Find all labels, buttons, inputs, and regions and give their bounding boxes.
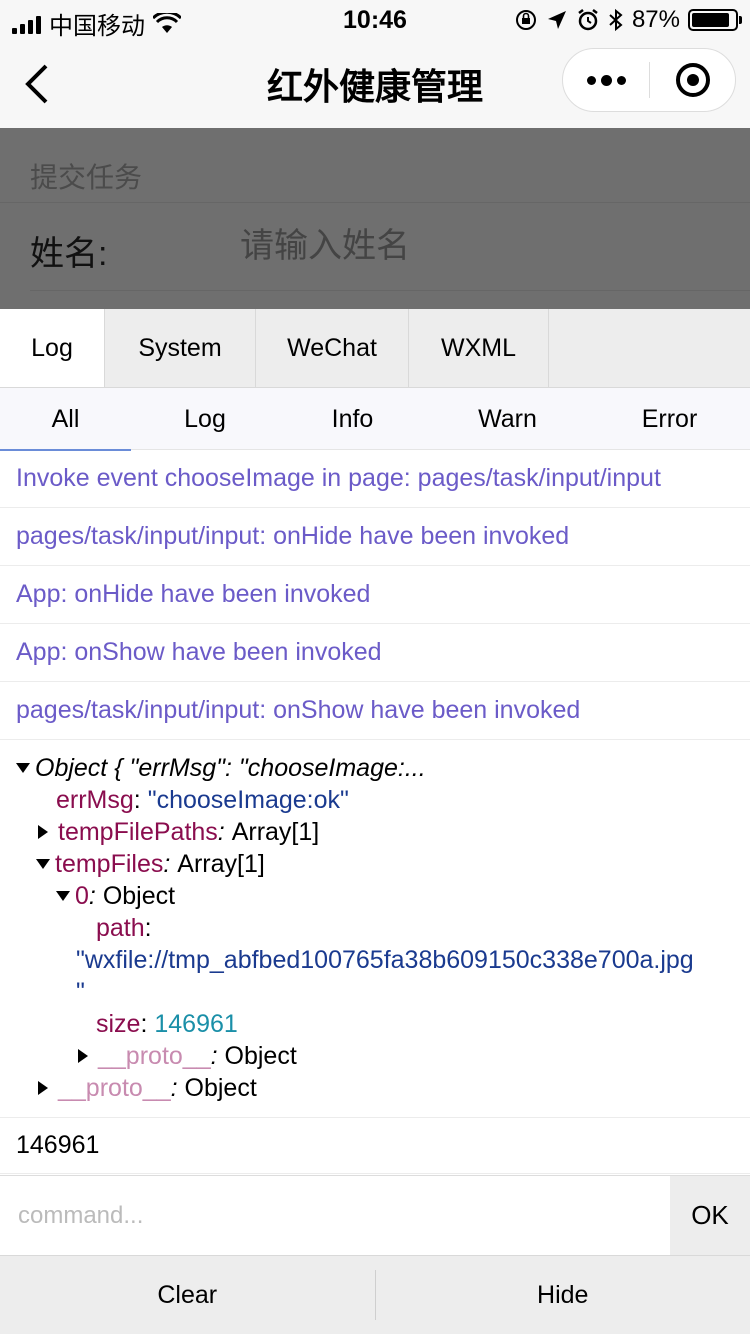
object-summary-row[interactable]: Object { "errMsg": "chooseImage:... xyxy=(16,752,750,784)
tab-system[interactable]: System xyxy=(105,309,256,387)
property-row[interactable]: 0: Object xyxy=(16,880,750,912)
vconsole-tabbar: Log System WeChat WXML xyxy=(0,309,750,388)
property-row: path: xyxy=(96,914,152,942)
property-value-row: "wxfile://tmp_abfbed100765fa38b609150c33… xyxy=(16,944,750,976)
property-value: Array[1] xyxy=(231,818,320,846)
collapse-triangle-icon xyxy=(78,1049,88,1063)
vconsole-toolbar: Clear Hide xyxy=(0,1255,750,1334)
bluetooth-icon xyxy=(609,8,623,32)
command-input[interactable] xyxy=(0,1176,670,1255)
command-bar: OK xyxy=(0,1175,750,1255)
log-entry: pages/task/input/input: onShow have been… xyxy=(0,682,750,740)
property-key: __proto__ xyxy=(58,1074,171,1102)
more-dot-icon xyxy=(586,75,596,85)
log-list: Invoke event chooseImage in page: pages/… xyxy=(0,450,750,1177)
section-title: 提交任务 xyxy=(30,162,143,193)
property-row[interactable]: __proto__: Object xyxy=(16,1040,750,1072)
filter-all[interactable]: All xyxy=(0,388,131,451)
hide-button[interactable]: Hide xyxy=(376,1256,750,1334)
log-entry: Invoke event chooseImage in page: pages/… xyxy=(0,450,750,508)
location-icon xyxy=(547,11,566,29)
property-value: Array[1] xyxy=(177,850,265,878)
property-value: Object xyxy=(184,1074,257,1102)
page-content: 提交任务 姓名: xyxy=(0,128,750,309)
log-entry: App: onShow have been invoked xyxy=(0,624,750,682)
property-value: "wxfile://tmp_abfbed100765fa38b609150c33… xyxy=(76,946,694,974)
tab-wxml[interactable]: WXML xyxy=(409,309,549,387)
tab-log[interactable]: Log xyxy=(0,309,105,387)
divider xyxy=(0,202,750,203)
property-row: errMsg: "chooseImage:ok" xyxy=(56,786,349,814)
object-summary: Object { "errMsg": "chooseImage:... xyxy=(35,754,426,782)
property-key: tempFiles xyxy=(55,850,164,878)
battery-icon xyxy=(688,9,742,31)
battery-percent: 87% xyxy=(631,6,680,33)
property-value: Object xyxy=(102,882,176,910)
property-key: path xyxy=(96,914,145,942)
collapse-triangle-icon xyxy=(38,825,48,839)
property-value-row: " xyxy=(16,976,750,1008)
alarm-icon xyxy=(578,9,598,31)
property-value: 146961 xyxy=(154,1010,238,1038)
target-icon xyxy=(675,63,710,97)
name-input[interactable] xyxy=(240,224,720,268)
object-tree: Object { "errMsg": "chooseImage:... errM… xyxy=(0,740,750,1118)
property-key: size xyxy=(96,1010,141,1038)
property-row[interactable]: __proto__: Object xyxy=(16,1072,750,1104)
filter-error[interactable]: Error xyxy=(589,388,750,450)
property-value: Object xyxy=(224,1042,297,1070)
property-key: errMsg xyxy=(56,786,134,814)
expand-triangle-icon xyxy=(36,859,50,869)
collapse-triangle-icon xyxy=(38,1081,48,1095)
property-key: __proto__ xyxy=(98,1042,211,1070)
property-key: tempFilePaths xyxy=(58,818,218,846)
property-row[interactable]: tempFilePaths: Array[1] xyxy=(16,816,750,848)
property-row[interactable]: tempFiles: Array[1] xyxy=(16,848,750,880)
battery-fill xyxy=(692,13,729,27)
expand-triangle-icon xyxy=(56,891,70,901)
filter-info[interactable]: Info xyxy=(279,388,426,450)
property-key: 0 xyxy=(75,882,89,910)
filter-log[interactable]: Log xyxy=(131,388,279,450)
log-entry: pages/task/input/input: onHide have been… xyxy=(0,508,750,566)
more-button[interactable] xyxy=(563,49,649,111)
status-bar: 中国移动 10:46 87% xyxy=(0,0,750,40)
property-row: size: 146961 xyxy=(96,1010,238,1038)
tab-wechat[interactable]: WeChat xyxy=(256,309,409,387)
more-dot-icon xyxy=(600,74,612,86)
close-miniprogram-button[interactable] xyxy=(650,49,735,111)
expand-triangle-icon xyxy=(16,763,30,773)
more-dot-icon xyxy=(616,75,626,85)
filter-warn[interactable]: Warn xyxy=(426,388,589,450)
property-value: " xyxy=(76,978,85,1006)
ok-button[interactable]: OK xyxy=(670,1176,750,1255)
log-entry: App: onHide have been invoked xyxy=(0,566,750,624)
vconsole-panel: Log System WeChat WXML All Log Info Warn… xyxy=(0,309,750,1334)
divider xyxy=(30,290,750,291)
result-entry: 146961 xyxy=(0,1118,750,1174)
log-filter-tabs: All Log Info Warn Error xyxy=(0,388,750,451)
status-right: 87% xyxy=(514,6,742,34)
nav-bar: 红外健康管理 xyxy=(0,40,750,128)
miniprogram-capsule xyxy=(562,48,736,112)
clear-button[interactable]: Clear xyxy=(0,1256,375,1334)
property-value: "chooseImage:ok" xyxy=(147,786,349,814)
name-label: 姓名: xyxy=(30,235,108,273)
rotation-lock-icon xyxy=(515,10,536,30)
